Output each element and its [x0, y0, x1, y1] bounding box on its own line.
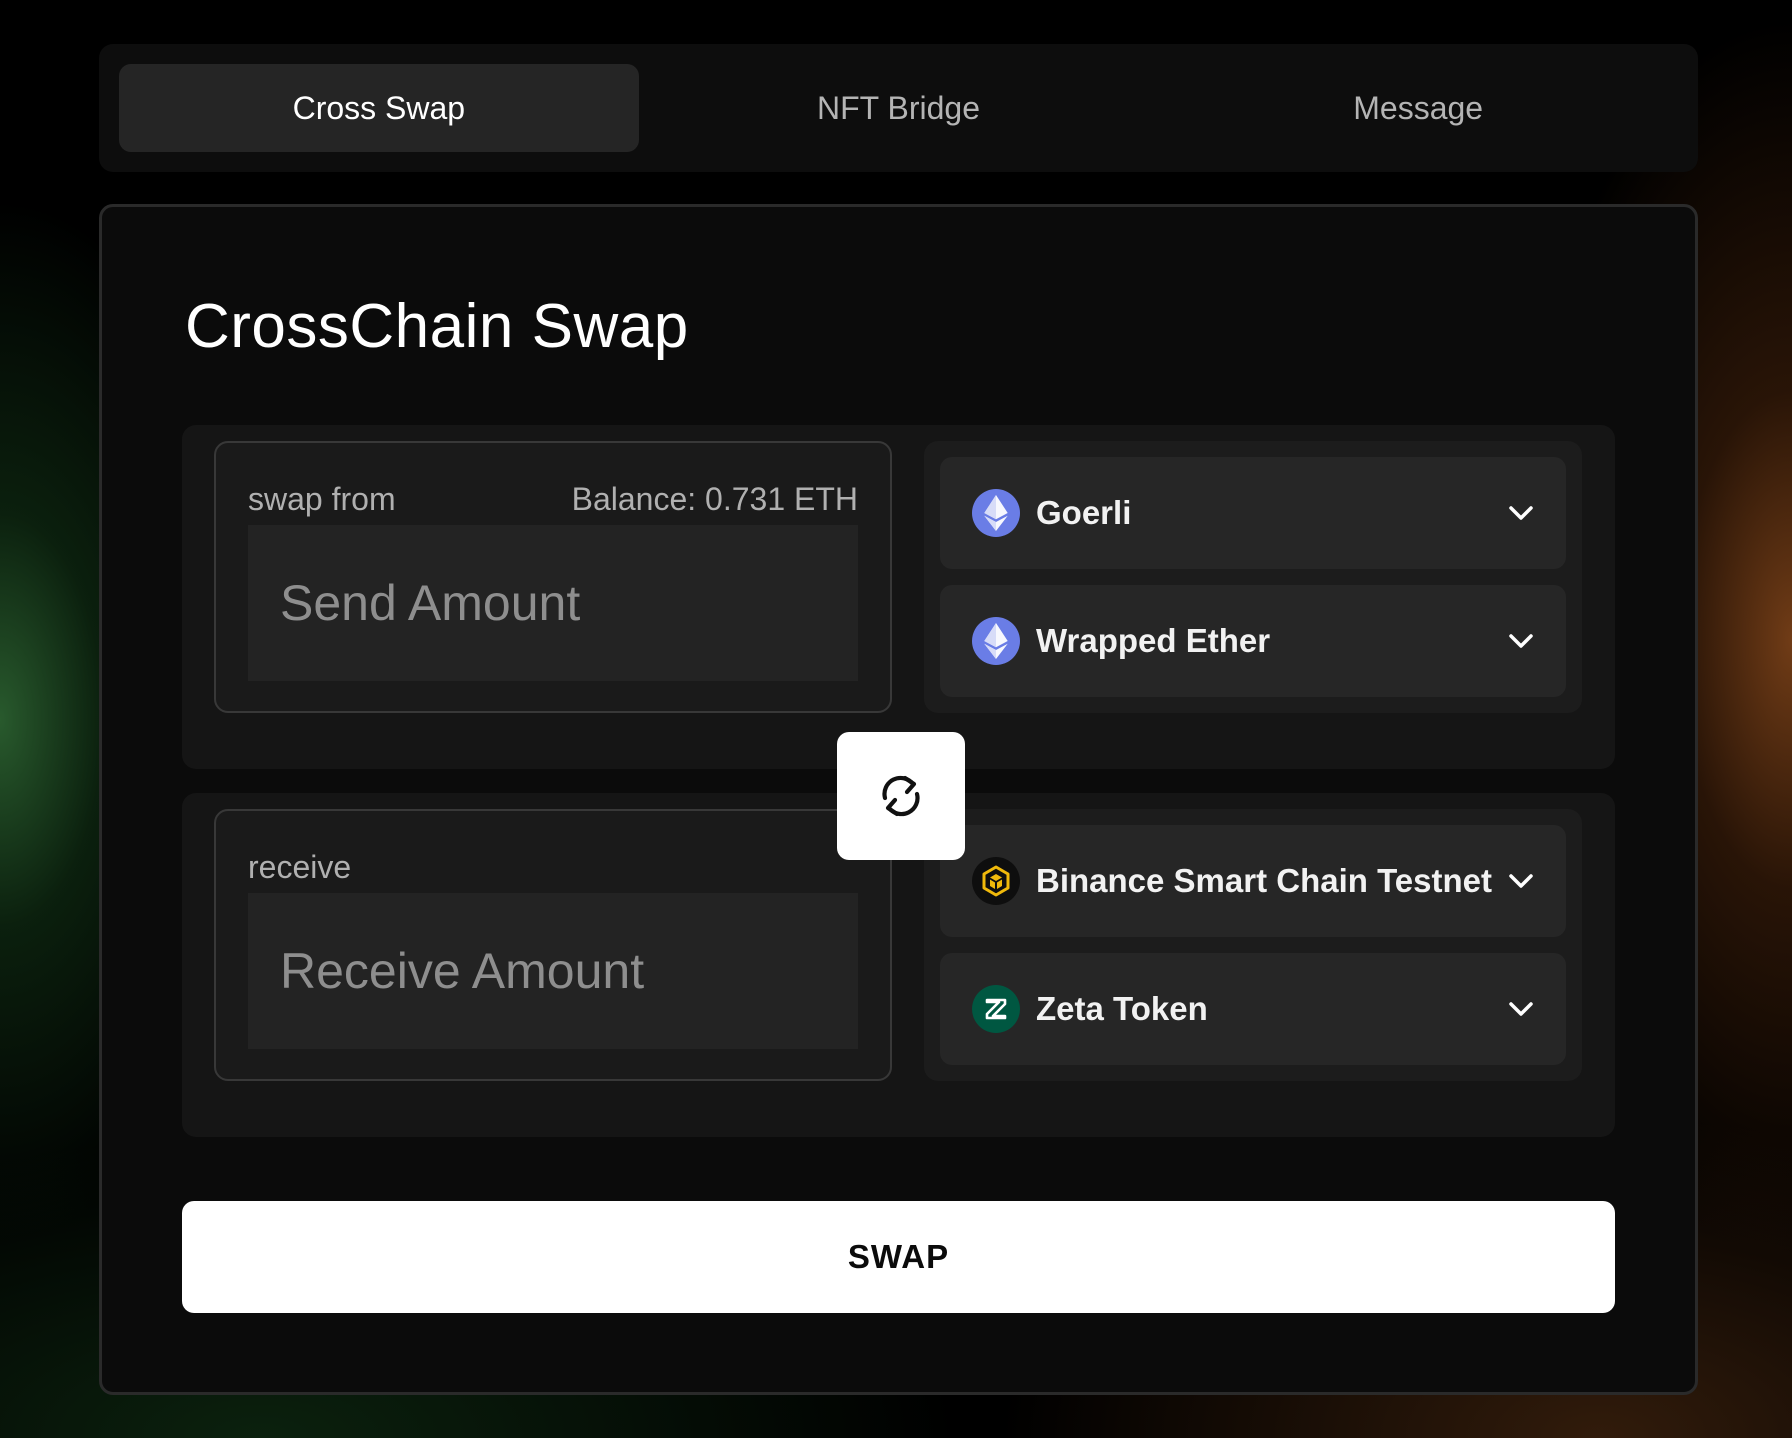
balance-text: Balance: 0.731 ETH: [571, 481, 858, 517]
to-token-select[interactable]: Zeta Token: [940, 953, 1566, 1065]
swap-button[interactable]: SWAP: [182, 1201, 1615, 1313]
zeta-icon: [972, 985, 1020, 1033]
swap-card: CrossChain Swap swap from Balance: 0.731…: [99, 204, 1698, 1395]
tab-cross-swap[interactable]: Cross Swap: [119, 64, 639, 152]
ethereum-icon: [972, 617, 1020, 665]
receive-amount-input[interactable]: [248, 893, 858, 1049]
tab-nft-bridge[interactable]: NFT Bridge: [639, 64, 1159, 152]
from-network-select[interactable]: Goerli: [940, 457, 1566, 569]
receive-label: receive: [248, 849, 352, 885]
send-amount-box: swap from Balance: 0.731 ETH: [214, 441, 892, 713]
swap-from-group: swap from Balance: 0.731 ETH Goerli: [182, 425, 1615, 769]
chevron-down-icon: [1509, 506, 1533, 520]
swap-direction-button[interactable]: [837, 732, 965, 860]
bnb-icon: [972, 857, 1020, 905]
to-network-label: Binance Smart Chain Testnet: [1036, 862, 1492, 899]
chevron-down-icon: [1509, 1002, 1533, 1016]
chevron-down-icon: [1509, 634, 1533, 648]
chevron-down-icon: [1509, 874, 1533, 888]
to-token-label: Zeta Token: [1036, 990, 1208, 1027]
swap-arrows-icon: [882, 775, 920, 817]
to-selectors: Binance Smart Chain Testnet Zeta Token: [924, 809, 1582, 1081]
from-token-label: Wrapped Ether: [1036, 622, 1271, 659]
receive-amount-box: receive: [214, 809, 892, 1081]
page: Cross Swap NFT Bridge Message CrossChain…: [0, 0, 1792, 1438]
send-amount-input[interactable]: [248, 525, 858, 681]
card-title: CrossChain Swap: [185, 292, 689, 361]
tab-message[interactable]: Message: [1158, 64, 1678, 152]
from-network-label: Goerli: [1036, 494, 1132, 531]
swap-from-label: swap from: [248, 481, 396, 517]
tab-bar: Cross Swap NFT Bridge Message: [99, 44, 1698, 172]
from-selectors: Goerli Wrapped Ether: [924, 441, 1582, 713]
from-token-select[interactable]: Wrapped Ether: [940, 585, 1566, 697]
to-network-select[interactable]: Binance Smart Chain Testnet: [940, 825, 1566, 937]
ethereum-icon: [972, 489, 1020, 537]
